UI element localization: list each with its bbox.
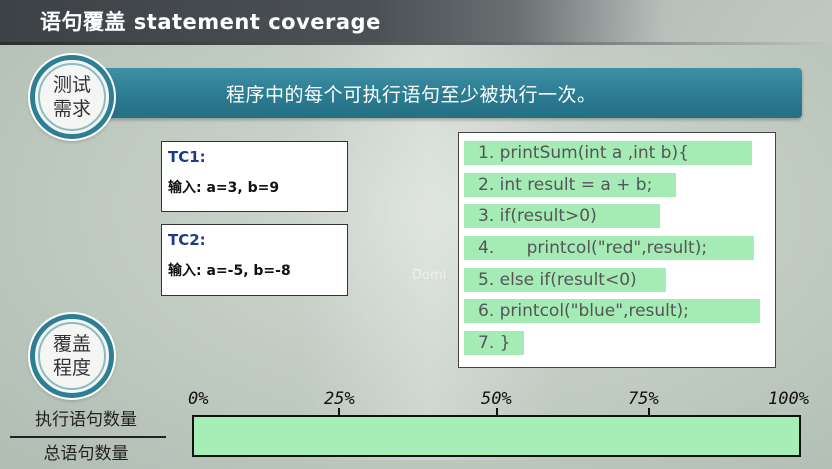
requirement-text: 程序中的每个可执行语句至少被执行一次。 [226, 84, 597, 106]
formula-numerator: 执行语句数量 [35, 410, 137, 430]
scale-label-25: 25% [324, 389, 355, 409]
code-line-5: 5. else if(result<0) [464, 268, 666, 292]
code-line-text: 3. if(result>0) [478, 206, 597, 226]
fraction-bar [10, 436, 166, 438]
scale-label-0: 0% [188, 389, 209, 409]
badge-line-1: 测试 [52, 74, 91, 96]
test-case-2: TC2: 输入: a=-5, b=-8 [161, 224, 348, 296]
test-requirement-badge-text: 测试 需求 [35, 73, 109, 121]
code-line-4: 4. printcol("red",result); [464, 236, 754, 260]
code-line-1: 1. printSum(int a ,int b){ [464, 141, 752, 165]
watermark: Domi [412, 268, 447, 283]
badge-line-2: 需求 [52, 98, 91, 120]
code-line-7: 7. } [464, 331, 524, 355]
test-case-input: 输入: a=-5, b=-8 [168, 263, 291, 279]
code-line-text: 4. printcol("red",result); [478, 238, 708, 258]
code-line-text: 6. printcol("blue",result); [478, 301, 689, 321]
slide-title: 语句覆盖 statement coverage [40, 10, 381, 34]
code-listing: 1. printSum(int a ,int b){ 2. int result… [458, 132, 776, 368]
code-line-3: 3. if(result>0) [464, 204, 660, 228]
coverage-badge-text: 覆盖 程度 [35, 332, 109, 380]
code-line-text: 2. int result = a + b; [478, 175, 653, 195]
coverage-badge: 覆盖 程度 [30, 314, 114, 398]
title-bar: 语句覆盖 statement coverage [0, 0, 832, 42]
title-underline [0, 42, 832, 45]
scale-label-100: 100% [768, 389, 809, 409]
requirement-banner: 程序中的每个可执行语句至少被执行一次。 [96, 68, 802, 118]
coverage-progress-fill [194, 417, 799, 455]
formula-denominator: 总语句数量 [43, 444, 129, 464]
test-case-input: 输入: a=3, b=9 [168, 180, 280, 196]
test-case-label: TC1: [168, 148, 206, 166]
coverage-progress-bar [192, 415, 801, 457]
code-line-6: 6. printcol("blue",result); [464, 299, 760, 323]
scale-label-50: 50% [481, 389, 512, 409]
badge-line-2: 程度 [52, 357, 91, 379]
scale-label-75: 75% [628, 389, 659, 409]
test-case-label: TC2: [168, 231, 206, 249]
badge-line-1: 覆盖 [52, 333, 91, 355]
code-line-text: 1. printSum(int a ,int b){ [478, 143, 689, 163]
test-requirement-badge: 测试 需求 [30, 55, 114, 139]
code-line-2: 2. int result = a + b; [464, 173, 676, 197]
code-line-text: 5. else if(result<0) [478, 270, 637, 290]
test-case-1: TC1: 输入: a=3, b=9 [161, 141, 348, 212]
code-line-text: 7. } [478, 333, 511, 353]
